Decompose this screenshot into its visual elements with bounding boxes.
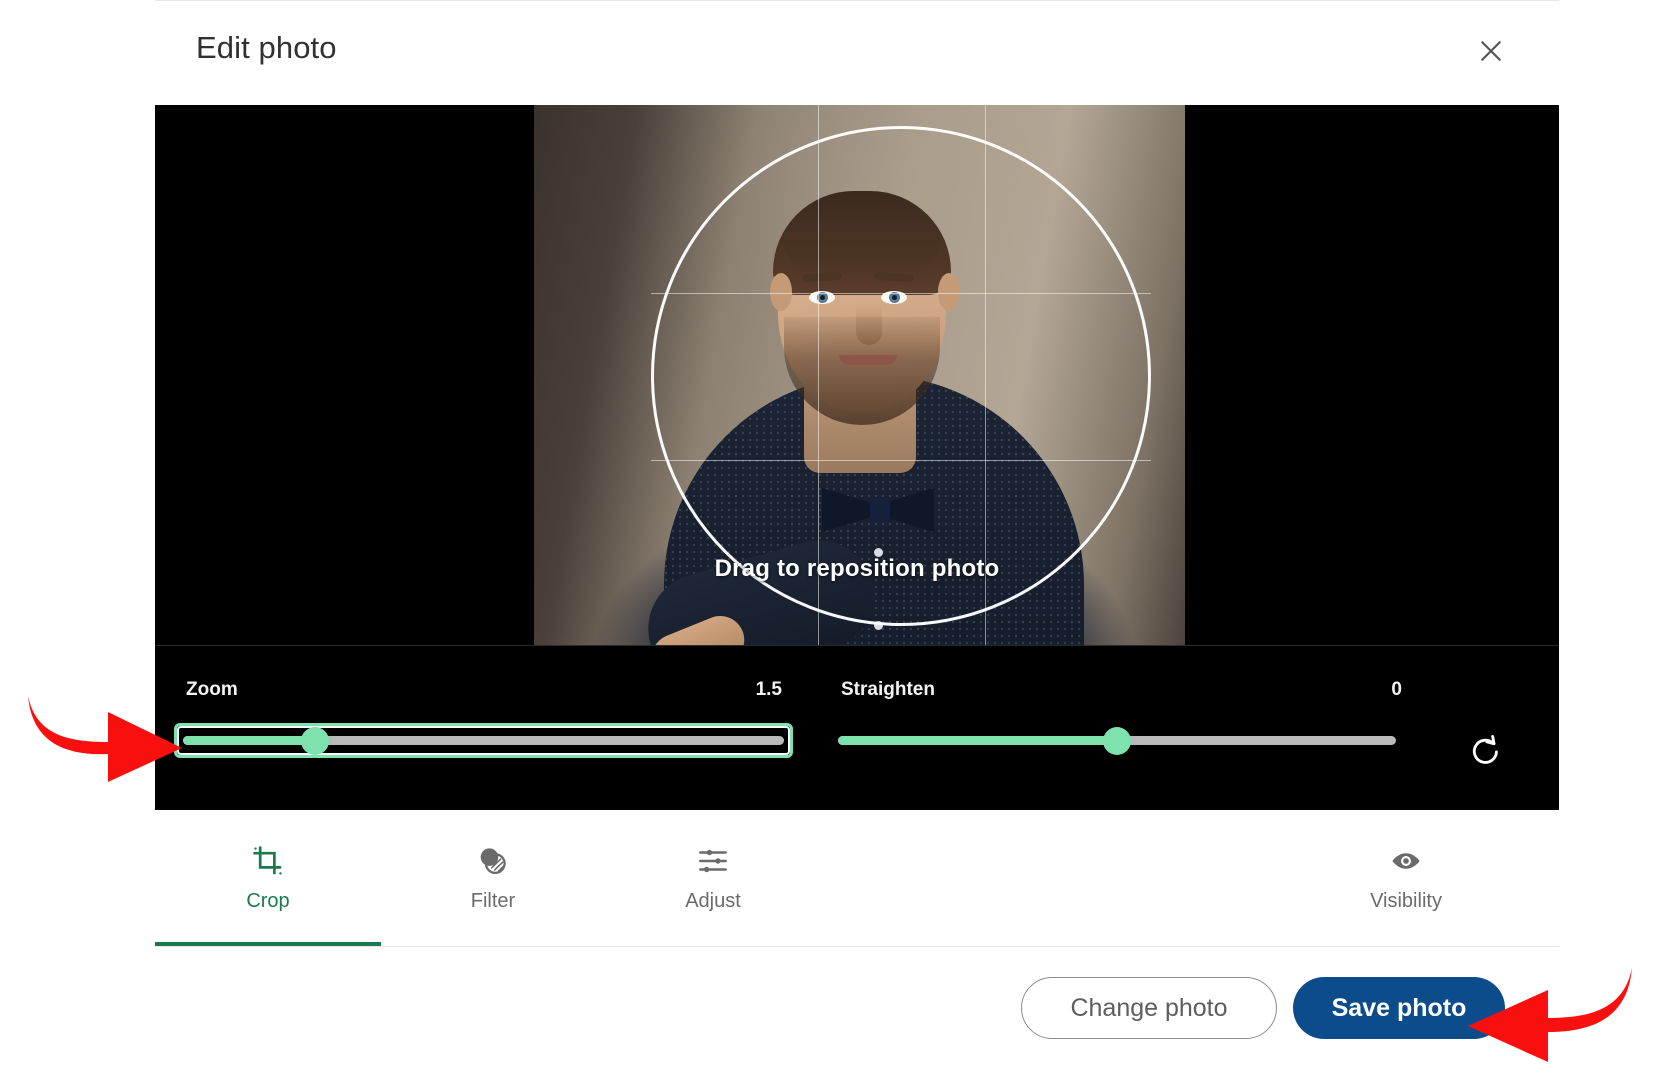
zoom-slider-fill bbox=[183, 736, 315, 745]
dialog-header: Edit photo bbox=[0, 0, 1673, 105]
zoom-slider-track[interactable] bbox=[183, 736, 784, 745]
zoom-value: 1.5 bbox=[756, 679, 782, 701]
rotate-button[interactable] bbox=[1455, 721, 1517, 783]
straighten-slider-track[interactable] bbox=[838, 736, 1396, 745]
straighten-slider[interactable] bbox=[838, 736, 1396, 745]
straighten-slider-thumb[interactable] bbox=[1103, 727, 1131, 755]
zoom-control-group: Zoom 1.5 bbox=[155, 646, 810, 811]
save-photo-button[interactable]: Save photo bbox=[1293, 977, 1505, 1039]
tab-crop[interactable]: Crop bbox=[155, 810, 381, 946]
editor-tab-bar: Crop Filter bbox=[155, 810, 1559, 947]
zoom-label: Zoom bbox=[186, 679, 238, 701]
eye-icon bbox=[1389, 844, 1423, 878]
tab-adjust-label: Adjust bbox=[685, 890, 741, 913]
tab-filter-label: Filter bbox=[471, 890, 515, 913]
tab-active-indicator bbox=[155, 942, 381, 946]
filter-icon bbox=[476, 844, 510, 878]
editor-controls-bar: Zoom 1.5 Straighten 0 bbox=[155, 645, 1559, 810]
tab-visibility[interactable]: Visibility bbox=[1293, 810, 1519, 946]
straighten-slider-fill bbox=[838, 736, 1117, 745]
tab-visibility-label: Visibility bbox=[1370, 890, 1442, 913]
rotate-clockwise-icon bbox=[1467, 732, 1505, 773]
straighten-value: 0 bbox=[1391, 679, 1402, 701]
change-photo-button[interactable]: Change photo bbox=[1021, 977, 1277, 1039]
straighten-label: Straighten bbox=[841, 679, 935, 701]
dialog-footer: Change photo Save photo bbox=[155, 947, 1559, 1087]
close-button[interactable] bbox=[1468, 29, 1514, 75]
edit-photo-dialog: Edit photo bbox=[0, 0, 1673, 1087]
adjust-sliders-icon bbox=[696, 844, 730, 878]
close-icon bbox=[1476, 36, 1506, 69]
photo-stage[interactable]: Drag to reposition photo bbox=[155, 105, 1559, 645]
page-title: Edit photo bbox=[196, 30, 337, 66]
zoom-slider[interactable] bbox=[183, 736, 784, 745]
tab-filter[interactable]: Filter bbox=[383, 810, 603, 946]
straighten-control-group: Straighten 0 bbox=[810, 646, 1430, 811]
crop-icon bbox=[251, 844, 285, 878]
drag-reposition-hint: Drag to reposition photo bbox=[155, 555, 1559, 583]
tab-crop-label: Crop bbox=[246, 890, 289, 913]
tab-adjust[interactable]: Adjust bbox=[603, 810, 823, 946]
zoom-slider-thumb[interactable] bbox=[301, 727, 329, 755]
